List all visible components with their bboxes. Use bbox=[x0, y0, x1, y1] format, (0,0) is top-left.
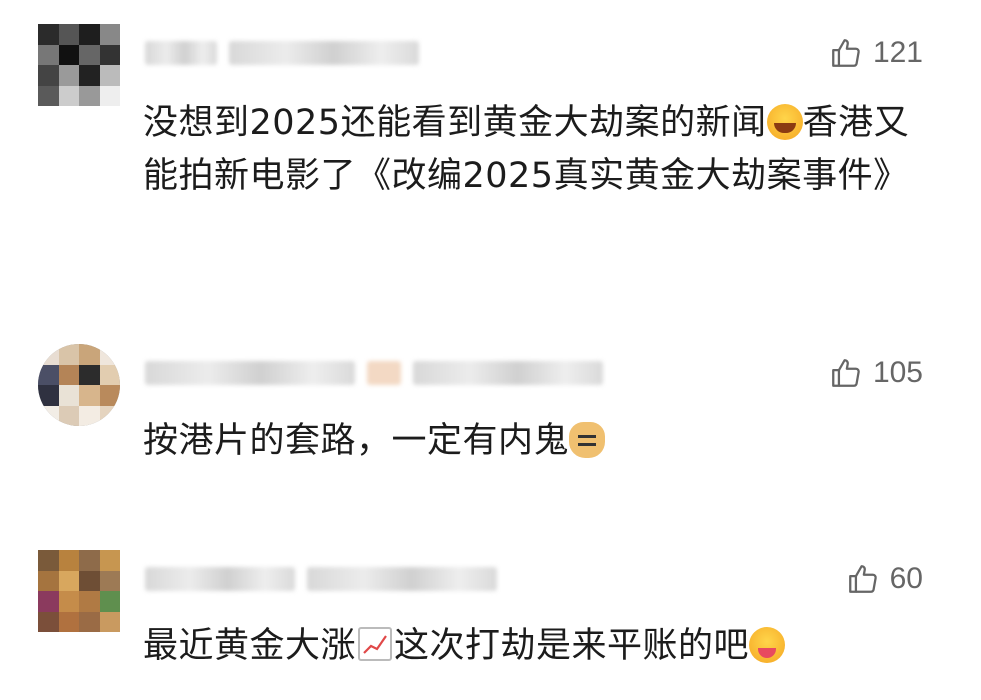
like-count: 121 bbox=[872, 36, 923, 69]
comment-meta bbox=[145, 40, 419, 66]
avatar[interactable] bbox=[38, 24, 120, 106]
like-button[interactable]: 60 bbox=[846, 562, 923, 596]
badge-redacted bbox=[367, 361, 401, 385]
comment-meta bbox=[145, 360, 603, 386]
username-redacted[interactable] bbox=[145, 567, 295, 591]
avatar[interactable] bbox=[38, 550, 120, 632]
timestamp-redacted bbox=[413, 361, 603, 385]
like-count: 60 bbox=[889, 562, 923, 595]
username-redacted[interactable] bbox=[145, 41, 217, 65]
timestamp-redacted bbox=[307, 567, 497, 591]
thumbs-up-icon bbox=[848, 565, 877, 593]
doge-emoji bbox=[569, 422, 606, 458]
avatar[interactable] bbox=[38, 344, 120, 426]
timestamp-redacted bbox=[229, 41, 419, 65]
comment-item: 121 没想到2025还能看到黄金大劫案的新闻 香港又能拍新电影了《改编2025真… bbox=[0, 0, 981, 300]
username-redacted[interactable] bbox=[145, 361, 355, 385]
comment-item: 60 最近黄金大涨 这次打劫是来平账的吧 bbox=[0, 540, 981, 700]
thumbs-up-icon bbox=[832, 39, 860, 67]
like-button[interactable]: 105 bbox=[829, 356, 923, 390]
like-count: 105 bbox=[872, 356, 923, 389]
comment-text: 最近黄金大涨 这次打劫是来平账的吧 bbox=[143, 620, 933, 673]
laugh-cry-emoji bbox=[766, 104, 803, 140]
chart-increasing-emoji bbox=[358, 627, 393, 661]
comment-text: 按港片的套路，一定有内鬼 bbox=[143, 415, 933, 468]
comment-item: 105 按港片的套路，一定有内鬼 bbox=[0, 330, 981, 510]
comment-meta bbox=[145, 566, 497, 592]
thumbs-up-icon bbox=[832, 359, 860, 387]
drooling-emoji bbox=[749, 627, 786, 663]
comment-text: 没想到2025还能看到黄金大劫案的新闻 香港又能拍新电影了《改编2025真实黄金大… bbox=[143, 103, 910, 196]
like-button[interactable]: 121 bbox=[829, 36, 923, 70]
